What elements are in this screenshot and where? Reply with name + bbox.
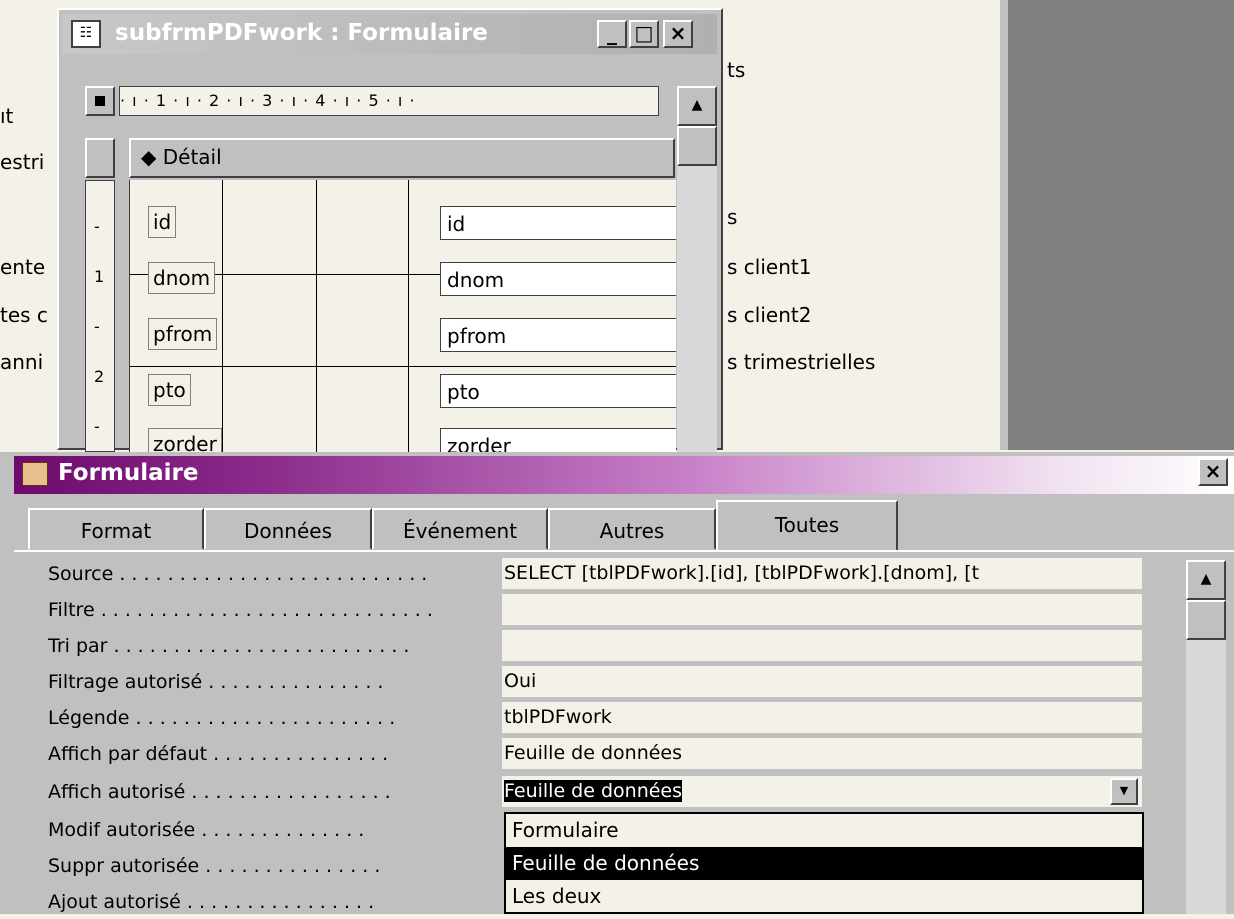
dropdown-option[interactable]: Formulaire: [506, 814, 1142, 847]
field-control[interactable]: zorder: [440, 428, 676, 452]
property-name: Affich autorisé . . . . . . . . . . . . …: [48, 781, 391, 803]
bg-left-item[interactable]: estri: [0, 150, 44, 174]
form-icon: ☷: [71, 20, 101, 48]
dropdown-option[interactable]: Les deux: [506, 880, 1142, 913]
select-form-button[interactable]: [85, 86, 115, 116]
bg-right-item[interactable]: s client2: [727, 303, 811, 327]
scroll-thumb[interactable]: [1186, 600, 1226, 640]
field-label[interactable]: zorder: [148, 428, 222, 452]
tab-toutes[interactable]: Toutes: [716, 500, 898, 552]
grid-line: [316, 180, 317, 452]
bg-left-item[interactable]: anni: [0, 350, 43, 374]
vertical-scrollbar[interactable]: ▲: [677, 86, 717, 452]
select-square-icon: [95, 96, 105, 106]
property-name: Ajout autorisé . . . . . . . . . . . . .…: [48, 891, 375, 913]
properties-icon: [22, 462, 48, 486]
horizontal-ruler[interactable]: · ı · 1 · ı · 2 · ı · 3 · ı · 4 · ı · 5 …: [119, 86, 659, 116]
property-name: Modif autorisée . . . . . . . . . . . . …: [48, 819, 365, 841]
vertical-ruler[interactable]: - 1 - 2 -: [85, 180, 115, 452]
bg-right-item[interactable]: s: [727, 205, 737, 229]
minimize-button[interactable]: _: [597, 20, 627, 48]
combo-selected-text: Feuille de données: [504, 780, 683, 802]
property-name: Légende . . . . . . . . . . . . . . . . …: [48, 707, 396, 729]
field-control[interactable]: pfrom: [440, 318, 676, 352]
field-label[interactable]: pfrom: [148, 318, 218, 350]
vruler-mark: 2: [94, 367, 105, 386]
scroll-thumb[interactable]: [677, 126, 717, 166]
property-sheet-title: Formulaire: [58, 460, 199, 486]
design-surface[interactable]: id id dnom dnom pfrom pfrom pto pto zord…: [129, 180, 676, 452]
property-name: Affich par défaut . . . . . . . . . . . …: [48, 743, 389, 765]
property-value[interactable]: Oui: [502, 666, 1142, 699]
field-control[interactable]: pto: [440, 374, 676, 408]
section-marker-icon: ◆: [141, 145, 157, 169]
scroll-up-button[interactable]: ▲: [1186, 560, 1226, 600]
field-label[interactable]: id: [148, 206, 177, 238]
bg-right-item[interactable]: s client1: [727, 255, 811, 279]
bg-left-item[interactable]: tes c: [0, 303, 48, 327]
field-control[interactable]: dnom: [440, 262, 676, 296]
subform-window: ☷ subfrmPDFwork : Formulaire _ □ × · ı ·…: [57, 8, 723, 452]
field-label[interactable]: pto: [148, 374, 191, 406]
tab-evenement[interactable]: Événement: [372, 508, 548, 550]
close-button[interactable]: ×: [663, 20, 693, 48]
vruler-mark: -: [94, 417, 100, 436]
property-sheet-title-bar[interactable]: Formulaire: [14, 456, 1234, 494]
affich-autorise-combo[interactable]: Feuille de données ▼: [502, 776, 1142, 809]
grid-line: [408, 180, 409, 452]
scroll-up-button[interactable]: ▲: [677, 86, 717, 126]
vruler-mark: -: [94, 317, 100, 336]
property-value[interactable]: Feuille de données: [502, 738, 1142, 771]
dropdown-option-selected[interactable]: Feuille de données: [506, 847, 1142, 880]
subform-title: subfrmPDFwork : Formulaire: [115, 20, 488, 46]
property-name: Source . . . . . . . . . . . . . . . . .…: [48, 563, 428, 585]
property-close-button[interactable]: ×: [1198, 458, 1228, 486]
detail-section-bar[interactable]: ◆ Détail: [129, 138, 675, 178]
property-scrollbar[interactable]: ▲: [1186, 560, 1226, 914]
dropdown-arrow-icon[interactable]: ▼: [1110, 778, 1138, 805]
section-selector[interactable]: [85, 138, 115, 178]
subform-title-bar[interactable]: ☷ subfrmPDFwork : Formulaire _ □ ×: [63, 14, 717, 54]
tab-format[interactable]: Format: [28, 508, 204, 550]
property-name: Filtrage autorisé . . . . . . . . . . . …: [48, 671, 384, 693]
property-value[interactable]: [502, 594, 1142, 627]
window-border: [1000, 0, 1008, 450]
property-value[interactable]: tblPDFwork: [502, 702, 1142, 735]
property-value[interactable]: [502, 630, 1142, 663]
vruler-mark: 1: [94, 267, 105, 286]
desktop-area: [1008, 0, 1234, 450]
bg-left-item[interactable]: ıt: [0, 104, 13, 128]
grid-line: [130, 366, 676, 367]
tab-autres[interactable]: Autres: [548, 508, 716, 550]
section-label: Détail: [162, 145, 222, 169]
property-name: Tri par . . . . . . . . . . . . . . . . …: [48, 635, 410, 657]
property-value[interactable]: SELECT [tblPDFwork].[id], [tblPDFwork].[…: [502, 558, 1142, 591]
bg-right-item[interactable]: ts: [727, 58, 745, 82]
dropdown-list: Formulaire Feuille de données Les deux: [504, 812, 1144, 914]
vruler-mark: -: [94, 217, 100, 236]
field-control[interactable]: id: [440, 206, 676, 240]
property-name: Filtre . . . . . . . . . . . . . . . . .…: [48, 599, 433, 621]
bg-right-item[interactable]: s trimestrielles: [727, 350, 875, 374]
maximize-button[interactable]: □: [629, 20, 659, 48]
bg-left-item[interactable]: ente: [0, 255, 45, 279]
property-name: Suppr autorisée . . . . . . . . . . . . …: [48, 855, 381, 877]
tab-donnees[interactable]: Données: [204, 508, 372, 550]
field-label[interactable]: dnom: [148, 262, 216, 294]
grid-line: [222, 180, 223, 452]
